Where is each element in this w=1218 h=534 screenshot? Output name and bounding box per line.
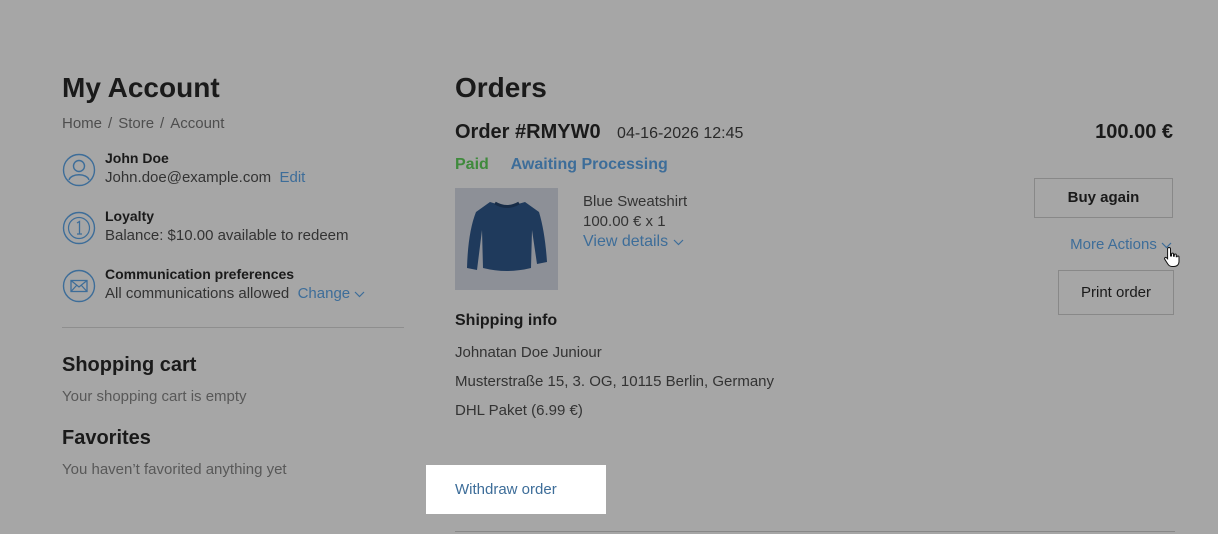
orders-section: Orders Order #RMYW0 04-16-2026 12:45 100… — [455, 70, 1180, 420]
shipping-name: Johnatan Doe Juniour — [455, 344, 602, 361]
order-header: Order #RMYW0 04-16-2026 12:45 100.00 € — [455, 121, 1175, 147]
edit-profile-link[interactable]: Edit — [280, 169, 306, 186]
page-title: My Account — [62, 72, 220, 103]
favorites-empty-text: You haven’t favorited anything yet — [62, 461, 287, 478]
status-badge-paid: Paid — [455, 156, 489, 173]
orders-title: Orders — [455, 72, 547, 103]
divider — [455, 531, 1175, 532]
shipping-method: DHL Paket (6.99 €) — [455, 402, 583, 419]
chevron-down-icon — [673, 239, 683, 246]
profile-name: John Doe — [105, 150, 169, 166]
breadcrumb-account: Account — [170, 115, 225, 132]
breadcrumb: Home / Store / Account — [62, 115, 225, 132]
communication-info: Communication preferences All communicat… — [62, 265, 404, 309]
breadcrumb-store[interactable]: Store — [118, 115, 154, 132]
order-date: 04-16-2026 12:45 — [617, 125, 744, 142]
envelope-icon — [62, 269, 96, 303]
communication-status: All communications allowed — [105, 285, 290, 302]
user-icon — [62, 153, 96, 187]
loyalty-balance: Balance: $10.00 available to redeem — [105, 227, 349, 244]
order-product: Blue Sweatshirt 100.00 € x 1 View detail… — [455, 188, 1175, 290]
loyalty-title: Loyalty — [105, 208, 155, 224]
change-preferences-link[interactable]: Change — [298, 285, 366, 302]
view-details-link[interactable]: View details — [583, 232, 687, 252]
divider — [62, 327, 404, 328]
order-number: Order #RMYW0 — [455, 121, 601, 143]
shipping-address: Musterstraße 15, 3. OG, 10115 Berlin, Ge… — [455, 373, 775, 390]
profile-email: John.doe@example.com — [105, 169, 272, 186]
product-image[interactable] — [455, 188, 558, 290]
order-status: Paid Awaiting Processing — [455, 156, 1175, 174]
status-badge-processing: Awaiting Processing — [510, 156, 668, 173]
product-name: Blue Sweatshirt — [583, 193, 688, 210]
product-price-qty: 100.00 € x 1 — [583, 213, 666, 230]
order-total: 100.00 € — [1095, 121, 1173, 143]
profile-info: John Doe John.doe@example.com Edit — [62, 149, 404, 193]
coin-icon — [62, 211, 96, 245]
cart-title: Shopping cart — [62, 354, 197, 376]
communication-title: Communication preferences — [105, 266, 295, 282]
loyalty-info: Loyalty Balance: $10.00 available to red… — [62, 207, 404, 251]
withdraw-order-link[interactable]: Withdraw order — [455, 481, 557, 498]
breadcrumb-home[interactable]: Home — [62, 115, 102, 132]
favorites-title: Favorites — [62, 427, 151, 449]
withdraw-highlight: Withdraw order — [426, 465, 606, 514]
account-sidebar: My Account Home / Store / Account John Doe J… — [62, 70, 404, 478]
cart-empty-text: Your shopping cart is empty — [62, 388, 247, 405]
chevron-down-icon — [354, 291, 365, 298]
